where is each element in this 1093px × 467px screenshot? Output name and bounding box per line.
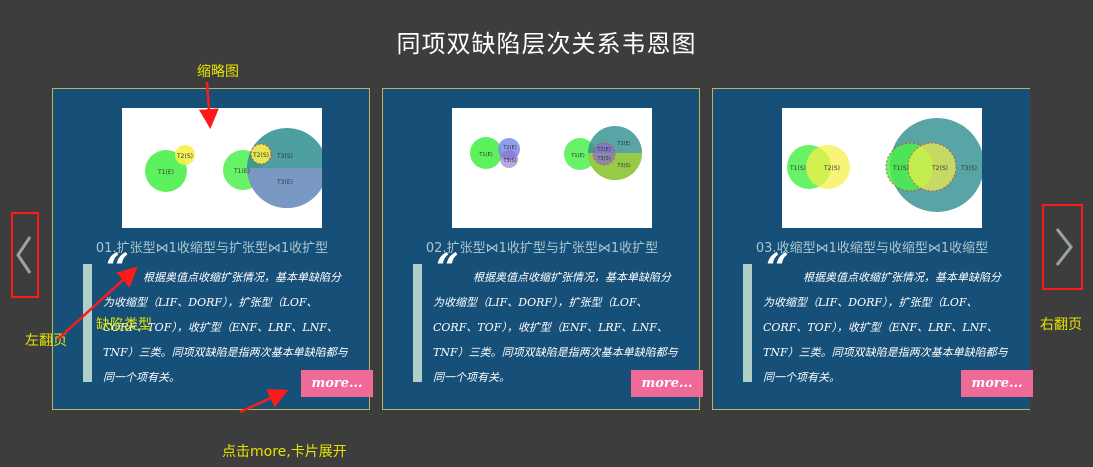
thumb-label: T1(S) [892, 165, 909, 172]
thumb-label: T3(S) [596, 156, 610, 162]
defect-type-title: 01.扩张型⋈1收缩型与扩张型⋈1收扩型 [95, 241, 329, 256]
thumb-label: T2(S) [823, 165, 840, 172]
thumb-label: T1(E) [570, 153, 584, 159]
next-page-button[interactable] [1042, 204, 1083, 290]
quote-bar [413, 264, 422, 382]
chevron-left-icon [16, 236, 32, 274]
thumb-label: T2(S) [931, 165, 948, 172]
thumb-label: T3(S) [960, 165, 977, 172]
thumb-label: T3(E) [276, 179, 293, 186]
defect-type-title: 02.扩张型⋈1收扩型与扩张型⋈1收扩型 [425, 241, 659, 256]
prev-page-button[interactable] [11, 212, 39, 298]
thumb-label: T3(S) [502, 158, 516, 164]
thumb-label: T3(S) [276, 153, 293, 160]
page-title: 同项双缺陷层次关系韦恩图 [396, 30, 697, 58]
thumbnail-image[interactable]: T1(E) T2(E) T3(S) T1(E) T3(E) T2(E) T3(S… [452, 108, 652, 228]
thumb-label: T2(E) [596, 147, 610, 153]
venn-diagram-1: T1(E) T2(S) T1(E) T2(S) T3(S) T3(E) [145, 128, 327, 208]
thumb-label: T3(S) [616, 163, 630, 169]
thumb-label: T1(S) [789, 165, 806, 172]
thumb-label: T1(E) [233, 168, 250, 175]
thumb-label: T2(E) [502, 145, 516, 151]
quote-bar [743, 264, 752, 382]
venn-diagram-3: T1(S) T2(S) T1(S) T2(S) T3(S) [787, 118, 984, 212]
venn-diagram-2: T1(E) T2(E) T3(S) T1(E) T3(E) T2(E) T3(S… [470, 126, 642, 180]
thumb-label: T2(S) [252, 152, 269, 159]
thumbnail-image[interactable]: T1(S) T2(S) T1(S) T2(S) T3(S) [782, 108, 984, 228]
annotation-right-page: 右翻页 [1040, 317, 1082, 333]
venn-card-3[interactable]: T1(S) T2(S) T1(S) T2(S) T3(S) 03.收缩型⋈1收缩… [712, 88, 1033, 410]
more-button[interactable]: more... [631, 370, 703, 397]
thumb-label: T1(E) [157, 169, 174, 176]
defect-type-title: 03.收缩型⋈1收缩型与收缩型⋈1收缩型 [755, 241, 989, 256]
annotation-defect-type: 缺陷类型 [96, 317, 152, 333]
annotation-thumbnail: 缩略图 [197, 64, 239, 80]
venn-card-2[interactable]: T1(E) T2(E) T3(S) T1(E) T3(E) T2(E) T3(S… [382, 88, 703, 410]
chevron-right-icon [1055, 228, 1073, 266]
annotation-left-page: 左翻页 [25, 333, 67, 349]
more-button[interactable]: more... [961, 370, 1033, 397]
thumb-label: T1(E) [478, 152, 492, 158]
quote-bar [83, 264, 92, 382]
annotation-more-hint: 点击more,卡片展开 [222, 444, 347, 460]
more-button[interactable]: more... [301, 370, 373, 397]
thumbnail-image[interactable]: T1(E) T2(S) T1(E) T2(S) T3(S) T3(E) [122, 108, 327, 228]
thumb-label: T3(E) [616, 141, 630, 147]
thumb-label: T2(S) [176, 153, 193, 160]
venn-card-1[interactable]: T1(E) T2(S) T1(E) T2(S) T3(S) T3(E) 01.扩… [52, 88, 373, 410]
